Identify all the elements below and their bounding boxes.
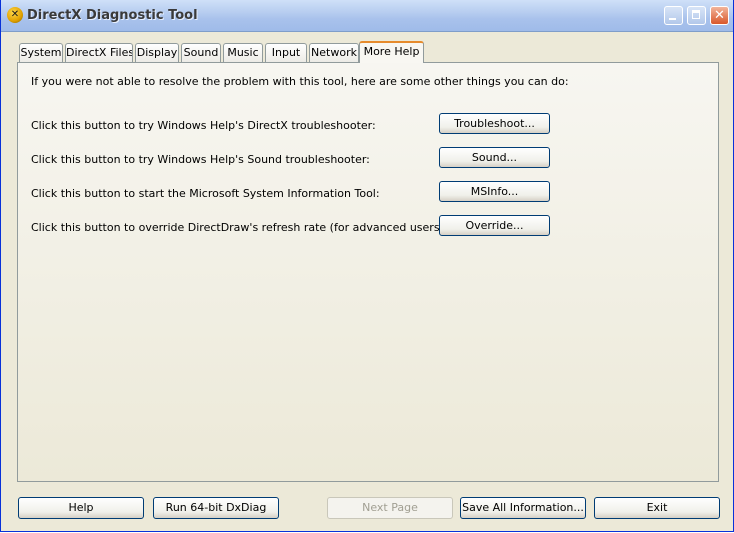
tab-directx-files[interactable]: DirectX Files bbox=[65, 43, 133, 62]
maximize-icon bbox=[692, 10, 700, 19]
run-64bit-dxdiag-button[interactable]: Run 64-bit DxDiag bbox=[153, 497, 279, 519]
title-bar[interactable]: ✕ DirectX Diagnostic Tool ✕ bbox=[1, 0, 733, 32]
directx-icon: ✕ bbox=[7, 7, 23, 23]
close-icon: ✕ bbox=[714, 8, 725, 23]
tab-network[interactable]: Network bbox=[309, 43, 359, 62]
dxdiag-window: ✕ DirectX Diagnostic Tool ✕ System Direc… bbox=[0, 0, 734, 532]
minimize-button[interactable] bbox=[664, 6, 683, 25]
more-help-panel: If you were not able to resolve the prob… bbox=[17, 62, 719, 482]
exit-button[interactable]: Exit bbox=[594, 497, 720, 519]
override-label: Click this button to override DirectDraw… bbox=[31, 221, 475, 234]
window-title: DirectX Diagnostic Tool bbox=[27, 8, 198, 23]
msinfo-label: Click this button to start the Microsoft… bbox=[31, 187, 380, 200]
tab-more-help[interactable]: More Help bbox=[359, 41, 424, 63]
msinfo-button[interactable]: MSInfo... bbox=[439, 181, 550, 202]
sound-label: Click this button to try Windows Help's … bbox=[31, 153, 370, 166]
save-all-information-button[interactable]: Save All Information... bbox=[460, 497, 586, 519]
tab-sound[interactable]: Sound bbox=[181, 43, 221, 62]
sound-button[interactable]: Sound... bbox=[439, 147, 550, 168]
minimize-icon bbox=[669, 18, 676, 20]
intro-text: If you were not able to resolve the prob… bbox=[31, 75, 569, 88]
tab-system[interactable]: System bbox=[19, 43, 63, 62]
override-button[interactable]: Override... bbox=[439, 215, 550, 236]
tab-music[interactable]: Music bbox=[223, 43, 263, 62]
tab-display[interactable]: Display bbox=[135, 43, 179, 62]
tab-input[interactable]: Input bbox=[265, 43, 307, 62]
troubleshoot-button[interactable]: Troubleshoot... bbox=[439, 113, 550, 134]
help-button[interactable]: Help bbox=[18, 497, 144, 519]
close-button[interactable]: ✕ bbox=[710, 6, 729, 25]
maximize-button[interactable] bbox=[687, 6, 706, 25]
troubleshoot-label: Click this button to try Windows Help's … bbox=[31, 119, 376, 132]
next-page-button[interactable]: Next Page bbox=[327, 497, 453, 519]
